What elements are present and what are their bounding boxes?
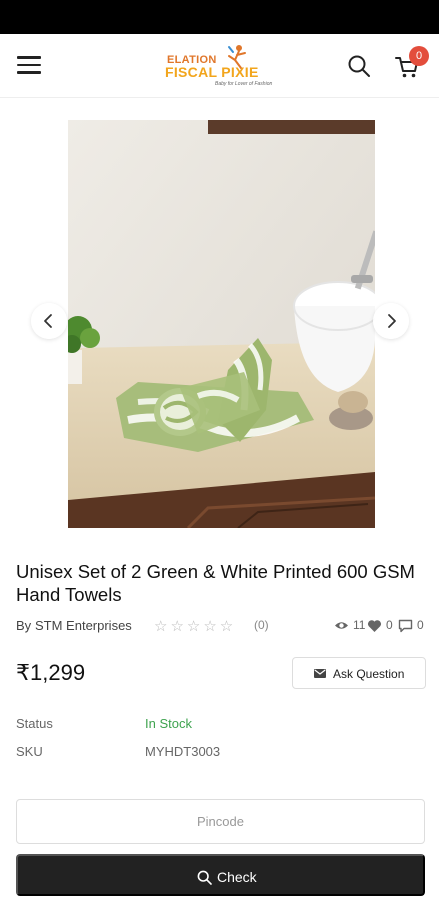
by-label: By [16, 618, 32, 633]
menu-icon[interactable] [17, 56, 41, 76]
chevron-left-icon [44, 314, 52, 328]
app-header: ELATION FISCAL PIXIE Baby for Lover of F… [0, 34, 439, 98]
status-label: Status [16, 716, 53, 731]
envelope-icon [314, 669, 326, 678]
views-count: 11 [353, 618, 366, 632]
chevron-right-icon [388, 314, 396, 328]
ask-question-label: Ask Question [333, 667, 405, 681]
cart-count-badge: 0 [409, 46, 429, 66]
product-meta-row: By STM Enterprises ☆☆☆☆☆ (0) 11 0 0 [16, 617, 426, 635]
comment-icon [398, 619, 413, 633]
product-price: ₹1,299 [16, 660, 86, 685]
logo-text-main: FISCAL PIXIE [165, 64, 259, 80]
search-icon[interactable] [347, 54, 371, 78]
eye-icon [335, 622, 348, 629]
logo-tagline: Baby for Lover of Fashion [215, 81, 273, 87]
rating-stars[interactable]: ☆☆☆☆☆ [154, 617, 236, 635]
heart-icon[interactable] [367, 619, 382, 633]
brand-logo[interactable]: ELATION FISCAL PIXIE Baby for Lover of F… [163, 42, 278, 90]
status-bar [0, 0, 439, 34]
product-gallery[interactable] [0, 98, 439, 548]
check-pincode-button[interactable]: Check [16, 854, 425, 896]
gallery-prev-button[interactable] [31, 303, 67, 339]
likes-count: 0 [386, 618, 393, 632]
towel-photo-illustration [68, 120, 375, 528]
search-icon [197, 870, 212, 885]
comments-count: 0 [417, 618, 424, 632]
sku-value: MYHDT3003 [145, 744, 221, 759]
product-image[interactable] [68, 120, 375, 528]
check-button-label: Check [217, 869, 257, 885]
pincode-input[interactable] [16, 799, 425, 844]
sku-label: SKU [16, 744, 43, 759]
gallery-next-button[interactable] [373, 303, 409, 339]
vendor-link[interactable]: STM Enterprises [35, 618, 132, 633]
stock-status-value: In Stock [145, 716, 192, 731]
ask-question-button[interactable]: Ask Question [292, 657, 426, 689]
product-title: Unisex Set of 2 Green & White Printed 60… [16, 561, 415, 605]
review-count[interactable]: (0) [254, 618, 269, 632]
